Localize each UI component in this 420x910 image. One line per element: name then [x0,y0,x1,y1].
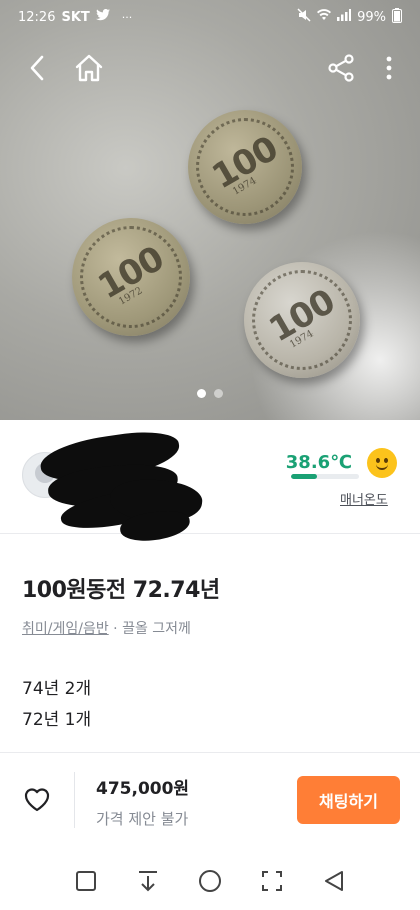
item-description: 74년 2개 72년 1개 [22,674,91,736]
posted-time: 끌올 그저께 [122,621,191,637]
back-button[interactable] [17,48,57,92]
item-price: 475,000원 [96,779,190,799]
like-button[interactable] [22,786,52,816]
notification-pull-button[interactable] [132,867,164,899]
coin-image: 100 1972 [72,218,190,336]
more-vertical-icon [386,56,392,84]
category-link[interactable]: 취미/게임/음반 [22,621,109,637]
twitter-icon [95,9,110,25]
temperature-bar-fill [291,474,318,479]
system-navigation-bar [0,856,420,910]
description-line: 72년 1개 [22,710,92,730]
status-extra: ··· [121,10,133,24]
chat-button[interactable]: 채팅하기 [297,776,400,824]
mute-icon [297,8,311,26]
pagination-dot[interactable] [214,389,223,398]
home-system-button[interactable] [194,867,226,899]
heart-icon [23,786,51,816]
manner-temperature: 38.6℃ [285,452,352,473]
share-button[interactable] [321,48,361,92]
status-battery: 99% [357,9,386,25]
home-icon [74,54,104,86]
frame-corners-icon [261,870,283,896]
coin-image: 100 1974 [188,110,302,224]
meta-separator: · [108,621,123,637]
smiley-mouth [376,463,388,470]
status-time: 12:26 [18,9,56,25]
item-title: 100원동전 72.74년 [22,578,220,603]
wifi-icon [317,9,332,25]
back-system-button[interactable] [318,867,350,899]
status-carrier: SKT [61,9,90,25]
photo-pagination [0,389,420,398]
coin-image: 100 1974 [244,262,360,378]
manner-temperature-label[interactable]: 매너온도 [340,489,388,508]
temperature-bar [291,474,359,479]
item-meta: 취미/게임/음반 · 끌올 그저께 [22,618,191,638]
chevron-left-icon [29,55,45,85]
recent-apps-button[interactable] [70,867,102,899]
signal-icon [337,9,352,25]
divider [74,772,75,828]
triangle-back-icon [323,870,345,896]
circle-icon [198,869,222,897]
top-navigation [0,48,420,96]
battery-icon [392,7,402,27]
share-icon [327,54,355,86]
download-arrow-icon [137,870,159,896]
home-button[interactable] [69,48,109,92]
description-line: 74년 2개 [22,679,92,699]
square-icon [75,870,97,896]
more-button[interactable] [374,48,404,92]
price-negotiation-status: 가격 제안 불가 [96,810,189,828]
pagination-dot[interactable] [197,389,206,398]
screen-capture-button[interactable] [256,867,288,899]
status-bar: 12:26 SKT ··· 99% [0,0,420,34]
smiley-face-icon [367,448,397,478]
